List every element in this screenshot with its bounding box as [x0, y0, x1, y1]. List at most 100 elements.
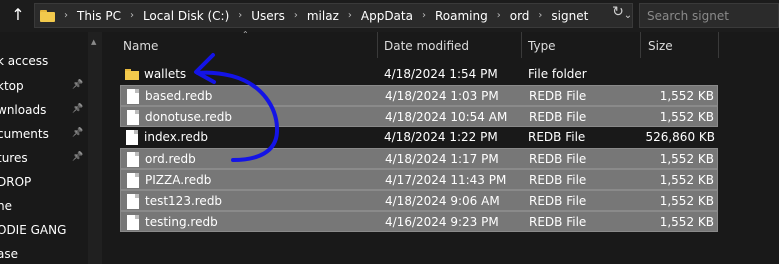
- sidebar-scrollbar[interactable]: ▲: [88, 32, 102, 264]
- column-divider[interactable]: [521, 32, 522, 58]
- sidebar-item-label: DROP: [0, 175, 32, 189]
- sort-indicator-icon: ⌃: [242, 30, 249, 39]
- sidebar-item[interactable]: ase: [0, 245, 88, 263]
- file-date: 4/18/2024 1:22 PM: [384, 130, 498, 144]
- sidebar-item[interactable]: ktop 📌: [0, 77, 88, 95]
- file-size: 1,552 KB: [659, 89, 714, 103]
- sidebar-item-label: k access: [0, 54, 49, 68]
- column-header-type[interactable]: Type: [528, 39, 556, 53]
- pin-icon: 📌: [72, 80, 84, 90]
- file-row[interactable]: based.redb 4/18/2024 1:03 PM REDB File 1,55…: [120, 85, 718, 106]
- file-list: ⌃ Name Date modified Type Size wallets 4/…: [102, 30, 779, 264]
- pin-icon: 📌: [72, 152, 84, 162]
- column-divider[interactable]: [377, 32, 378, 58]
- file-date: 4/18/2024 1:17 PM: [385, 152, 499, 166]
- refresh-icon[interactable]: ↻: [611, 5, 625, 19]
- column-divider[interactable]: [718, 32, 719, 58]
- file-size: 1,552 KB: [659, 215, 714, 229]
- sidebar-item-label: ne: [0, 199, 12, 213]
- sidebar-item[interactable]: DROP: [0, 173, 88, 191]
- file-row[interactable]: donotuse.redb 4/18/2024 10:54 AM REDB File…: [120, 106, 718, 127]
- sidebar-item-label: ktop: [0, 79, 24, 93]
- sidebar-item-label: tures: [0, 151, 28, 165]
- breadcrumb-item[interactable]: This PC: [77, 9, 121, 23]
- file-name: test123.redb: [145, 194, 223, 208]
- chevron-right-icon[interactable]: ›: [538, 10, 542, 21]
- file-type: REDB File: [529, 152, 587, 166]
- file-date: 4/18/2024 1:54 PM: [384, 67, 498, 81]
- file-icon: [127, 152, 139, 167]
- file-size: 1,552 KB: [659, 173, 714, 187]
- file-icon: [127, 89, 139, 104]
- pin-icon: 📌: [72, 104, 84, 114]
- chevron-right-icon[interactable]: ›: [348, 10, 352, 21]
- chevron-right-icon[interactable]: ›: [497, 10, 501, 21]
- file-type: REDB File: [529, 89, 587, 103]
- address-bar[interactable]: › This PC › Local Disk (C:) › Users › milaz › App…: [34, 3, 633, 28]
- file-row[interactable]: PIZZA.redb 4/17/2024 11:43 PM REDB File 1,5…: [120, 169, 718, 190]
- search-placeholder: Search signet: [647, 9, 729, 23]
- file-size: 1,552 KB: [659, 152, 714, 166]
- file-size: 1,552 KB: [659, 194, 714, 208]
- file-row[interactable]: index.redb 4/18/2024 1:22 PM REDB File 526,…: [120, 127, 718, 148]
- chevron-right-icon[interactable]: ›: [294, 10, 298, 21]
- column-header-date[interactable]: Date modified: [384, 39, 469, 53]
- file-name: testing.redb: [145, 215, 218, 229]
- sidebar-item[interactable]: k access: [0, 52, 88, 70]
- file-name: wallets: [144, 67, 187, 81]
- file-row[interactable]: ord.redb 4/18/2024 1:17 PM REDB File 1,552 …: [120, 148, 718, 169]
- sidebar-item[interactable]: ODIE GANG: [0, 221, 88, 239]
- sidebar-item[interactable]: cuments 📌: [0, 125, 88, 143]
- breadcrumb-item[interactable]: Users: [251, 9, 285, 23]
- sidebar-item[interactable]: tures 📌: [0, 149, 88, 167]
- breadcrumb: › This PC › Local Disk (C:) › Users › milaz › App…: [55, 4, 588, 27]
- breadcrumb-item[interactable]: milaz: [307, 9, 339, 23]
- file-type: REDB File: [529, 215, 587, 229]
- file-icon: [127, 173, 139, 188]
- sidebar-item-label: ODIE GANG: [0, 223, 67, 237]
- file-date: 4/18/2024 9:06 AM: [385, 194, 500, 208]
- file-icon: [126, 130, 138, 145]
- sidebar-item[interactable]: wnloads 📌: [0, 101, 88, 119]
- breadcrumb-item[interactable]: AppData: [361, 9, 413, 23]
- address-toolbar: ↑ › This PC › Local Disk (C:) › Users › milaz › A…: [0, 0, 779, 32]
- file-type: REDB File: [529, 110, 587, 124]
- folder-icon: [40, 9, 55, 22]
- breadcrumb-item[interactable]: Local Disk (C:): [143, 9, 229, 23]
- file-icon: [127, 110, 139, 125]
- file-icon: [127, 194, 139, 209]
- file-name: ord.redb: [145, 152, 196, 166]
- chevron-right-icon[interactable]: ›: [238, 10, 242, 21]
- file-date: 4/18/2024 10:54 AM: [385, 110, 508, 124]
- breadcrumb-item[interactable]: ord: [510, 9, 530, 23]
- file-size: 1,552 KB: [659, 110, 714, 124]
- file-size: 526,860 KB: [645, 130, 715, 144]
- folder-row[interactable]: wallets 4/18/2024 1:54 PM File folder: [120, 64, 718, 85]
- column-divider[interactable]: [640, 32, 641, 58]
- column-header-name[interactable]: Name: [123, 39, 158, 53]
- folder-icon: [125, 69, 139, 80]
- file-type: REDB File: [529, 173, 587, 187]
- file-type: REDB File: [528, 130, 586, 144]
- file-icon: [127, 215, 139, 230]
- breadcrumb-item[interactable]: signet: [551, 9, 588, 23]
- file-name: donotuse.redb: [145, 110, 232, 124]
- chevron-right-icon[interactable]: ›: [64, 10, 68, 21]
- navigation-pane: k access ktop 📌 wnloads 📌 cuments 📌 tures 📌 DROP n…: [0, 32, 88, 264]
- sidebar-item-label: wnloads: [0, 103, 47, 117]
- file-date: 4/16/2024 9:23 PM: [385, 215, 499, 229]
- file-date: 4/17/2024 11:43 PM: [385, 173, 507, 187]
- scroll-up-icon[interactable]: ▲: [91, 38, 96, 46]
- file-type: REDB File: [529, 194, 587, 208]
- chevron-right-icon[interactable]: ›: [130, 10, 134, 21]
- breadcrumb-item[interactable]: Roaming: [435, 9, 488, 23]
- chevron-right-icon[interactable]: ›: [422, 10, 426, 21]
- file-row[interactable]: testing.redb 4/16/2024 9:23 PM REDB File 1,…: [120, 211, 718, 232]
- search-input[interactable]: Search signet: [639, 3, 779, 28]
- file-name: based.redb: [145, 89, 213, 103]
- file-row[interactable]: test123.redb 4/18/2024 9:06 AM REDB File 1,…: [120, 190, 718, 211]
- column-header-size[interactable]: Size: [648, 39, 673, 53]
- sidebar-item[interactable]: ne: [0, 197, 88, 215]
- file-type: File folder: [528, 67, 587, 81]
- up-arrow-icon[interactable]: ↑: [8, 5, 28, 25]
